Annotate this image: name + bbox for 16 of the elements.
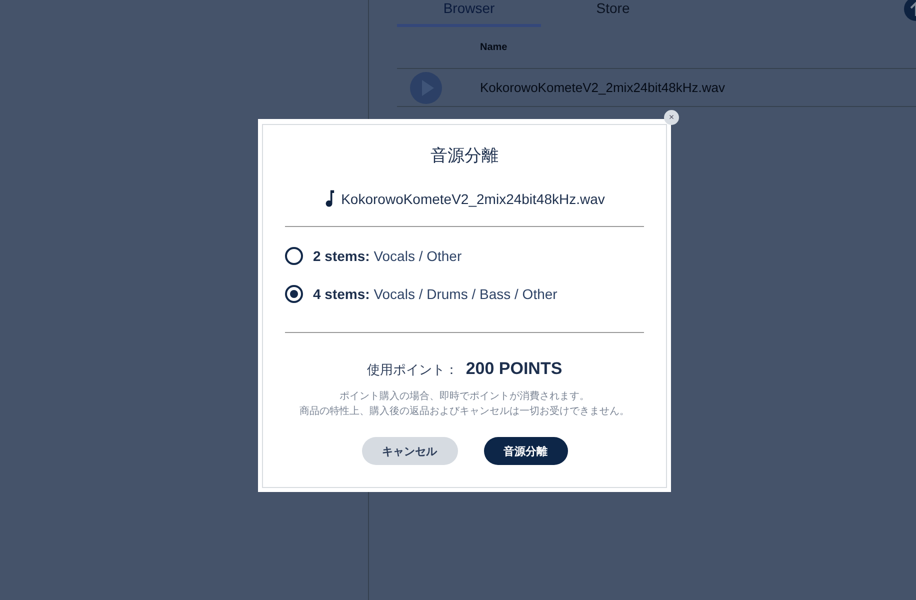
option-label: 4 stems: Vocals / Drums / Bass / Other [313, 286, 558, 302]
points-label: 使用ポイント： [366, 362, 458, 379]
file-name: KokorowoKometeV2_2mix24bit48kHz.wav [480, 80, 725, 95]
music-note-icon [324, 190, 336, 207]
radio-button[interactable] [285, 247, 303, 265]
notice-text: 商品の特性上、購入後の返品およびキャンセルは一切お受けできません。 [300, 404, 630, 419]
notice-text: ポイント購入の場合、即時でポイントが消費されます。 [338, 390, 590, 404]
cancel-button[interactable]: キャンセル [362, 437, 458, 465]
points-value: 200 POINTS [466, 359, 562, 379]
option-label: 2 stems: Vocals / Other [313, 248, 462, 264]
file-name: KokorowoKometeV2_2mix24bit48kHz.wav [341, 190, 605, 206]
column-header: Name [480, 42, 508, 53]
close-button[interactable]: × [664, 110, 679, 125]
separate-button[interactable]: 音源分離 [484, 437, 568, 465]
dialog-title: 音源分離 [430, 145, 498, 167]
radio-button[interactable] [285, 285, 303, 303]
